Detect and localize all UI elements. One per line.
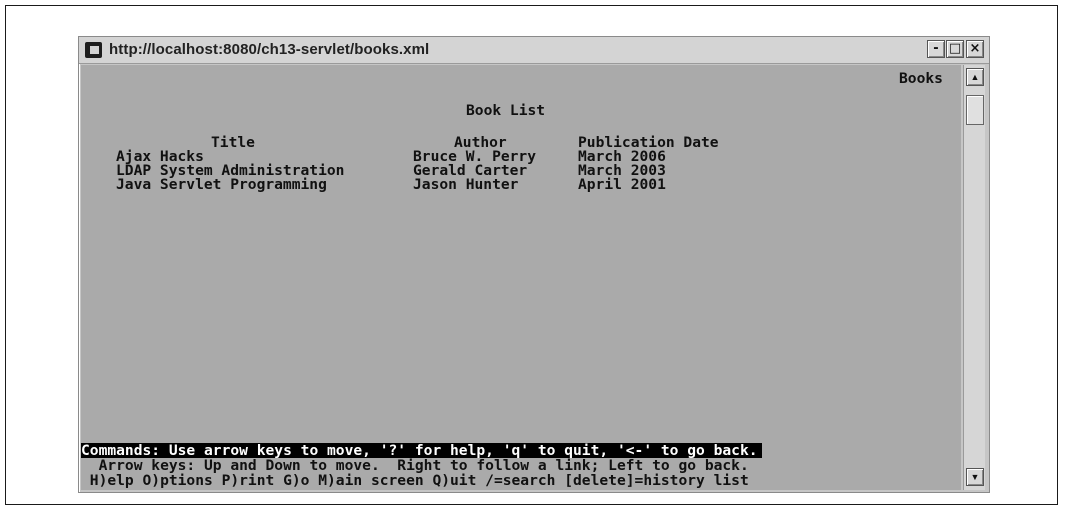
column-header-title: Title xyxy=(211,134,255,151)
vertical-scrollbar[interactable]: ▲ ▼ xyxy=(963,65,985,490)
row-date: April 2001 xyxy=(578,176,666,193)
title-bar: http://localhost:8080/ch13-servlet/books… xyxy=(79,37,989,64)
page-heading: Book List xyxy=(466,102,546,119)
console-app-icon xyxy=(85,42,102,58)
terminal-content: Books Book List Title Author Publication… xyxy=(81,65,961,490)
command-status-bar: Commands: Use arrow keys to move, '?' fo… xyxy=(81,443,762,458)
row-title-link[interactable]: Java Servlet Programming xyxy=(116,177,327,192)
scroll-down-arrow-icon[interactable]: ▼ xyxy=(966,468,984,486)
help-line-commands: H)elp O)ptions P)rint G)o M)ain screen Q… xyxy=(81,472,749,489)
help-line-navigation: Arrow keys: Up and Down to move. Right t… xyxy=(81,457,749,474)
browser-window: http://localhost:8080/ch13-servlet/books… xyxy=(78,36,990,493)
minimize-button[interactable]: - xyxy=(927,40,945,58)
row-author: Jason Hunter xyxy=(413,176,519,193)
page-label: Books xyxy=(899,70,943,87)
close-button[interactable]: × xyxy=(966,40,984,58)
scroll-thumb[interactable] xyxy=(966,95,984,125)
scroll-up-arrow-icon[interactable]: ▲ xyxy=(966,68,984,86)
window-title: http://localhost:8080/ch13-servlet/books… xyxy=(109,41,430,58)
maximize-button[interactable]: □ xyxy=(946,40,964,58)
